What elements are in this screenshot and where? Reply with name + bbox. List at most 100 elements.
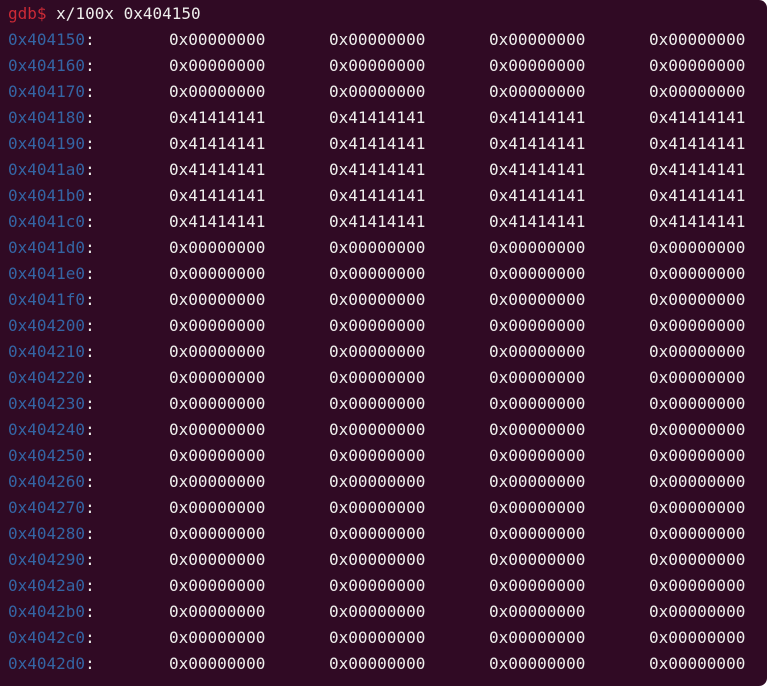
memory-value: 0x00000000 <box>329 420 426 439</box>
address-separator: : <box>85 108 95 127</box>
memory-value: 0x00000000 <box>489 316 586 335</box>
memory-address: 0x404170: <box>8 79 95 105</box>
memory-value: 0x00000000 <box>649 316 746 335</box>
memory-value: 0x00000000 <box>489 498 586 517</box>
memory-address: 0x4041f0: <box>8 287 95 313</box>
address-separator: : <box>85 160 95 179</box>
address-text: 0x4041d0 <box>8 238 86 257</box>
memory-value: 0x00000000 <box>329 628 426 647</box>
memory-value: 0x41414141 <box>489 212 586 231</box>
memory-value: 0x00000000 <box>649 446 746 465</box>
address-separator: : <box>85 654 95 673</box>
memory-value: 0x00000000 <box>649 82 746 101</box>
memory-value: 0x00000000 <box>489 368 586 387</box>
memory-row: 0x404220: 0x00000000 0x00000000 0x00000000 0… <box>8 365 767 391</box>
address-separator: : <box>85 264 95 283</box>
address-text: 0x404250 <box>8 446 86 465</box>
memory-row: 0x4041a0: 0x41414141 0x41414141 0x41414141 0… <box>8 157 767 183</box>
memory-value: 0x00000000 <box>169 342 266 361</box>
memory-value: 0x41414141 <box>329 108 426 127</box>
memory-value: 0x00000000 <box>649 394 746 413</box>
memory-value: 0x00000000 <box>329 550 426 569</box>
memory-row: 0x404200: 0x00000000 0x00000000 0x00000000 0… <box>8 313 767 339</box>
memory-value: 0x00000000 <box>329 654 426 673</box>
memory-value: 0x00000000 <box>649 498 746 517</box>
memory-value: 0x00000000 <box>169 264 266 283</box>
memory-value: 0x41414141 <box>489 108 586 127</box>
address-text: 0x404160 <box>8 56 86 75</box>
terminal-window[interactable]: gdb$ x/100x 0x404150 0x404150: 0x00000000… <box>0 0 767 686</box>
memory-row: 0x4041f0: 0x00000000 0x00000000 0x00000000 0… <box>8 287 767 313</box>
memory-value: 0x00000000 <box>169 498 266 517</box>
memory-row: 0x4041c0: 0x41414141 0x41414141 0x41414141 0… <box>8 209 767 235</box>
memory-value: 0x00000000 <box>169 56 266 75</box>
memory-address: 0x404270: <box>8 495 95 521</box>
memory-value: 0x00000000 <box>169 550 266 569</box>
memory-row: 0x404250: 0x00000000 0x00000000 0x00000000 0… <box>8 443 767 469</box>
memory-row: 0x4041e0: 0x00000000 0x00000000 0x00000000 0… <box>8 261 767 287</box>
memory-value: 0x00000000 <box>489 342 586 361</box>
memory-address: 0x4041a0: <box>8 157 95 183</box>
memory-value: 0x00000000 <box>329 472 426 491</box>
memory-value: 0x00000000 <box>329 56 426 75</box>
memory-address: 0x4042c0: <box>8 625 95 651</box>
memory-value: 0x41414141 <box>649 108 746 127</box>
memory-address: 0x404190: <box>8 131 95 157</box>
address-text: 0x404170 <box>8 82 86 101</box>
memory-value: 0x00000000 <box>489 446 586 465</box>
memory-value: 0x00000000 <box>649 56 746 75</box>
address-text: 0x404190 <box>8 134 86 153</box>
memory-value: 0x00000000 <box>169 316 266 335</box>
address-separator: : <box>85 134 95 153</box>
address-text: 0x404280 <box>8 524 86 543</box>
address-text: 0x404180 <box>8 108 86 127</box>
memory-row: 0x404180: 0x41414141 0x41414141 0x41414141 0… <box>8 105 767 131</box>
memory-address: 0x4041e0: <box>8 261 95 287</box>
memory-value: 0x41414141 <box>649 212 746 231</box>
address-text: 0x4042a0 <box>8 576 86 595</box>
memory-value: 0x00000000 <box>329 290 426 309</box>
memory-value: 0x00000000 <box>489 524 586 543</box>
address-text: 0x404150 <box>8 30 86 49</box>
memory-value: 0x41414141 <box>169 160 266 179</box>
address-separator: : <box>85 576 95 595</box>
address-separator: : <box>85 238 95 257</box>
memory-value: 0x00000000 <box>329 524 426 543</box>
address-separator: : <box>85 394 95 413</box>
memory-value: 0x00000000 <box>329 576 426 595</box>
memory-row: 0x404230: 0x00000000 0x00000000 0x00000000 0… <box>8 391 767 417</box>
memory-row: 0x404190: 0x41414141 0x41414141 0x41414141 0… <box>8 131 767 157</box>
memory-value: 0x41414141 <box>169 108 266 127</box>
memory-address: 0x4042b0: <box>8 599 95 625</box>
address-separator: : <box>85 602 95 621</box>
memory-address: 0x4041b0: <box>8 183 95 209</box>
memory-value: 0x00000000 <box>649 368 746 387</box>
memory-address: 0x4041d0: <box>8 235 95 261</box>
memory-value: 0x00000000 <box>649 654 746 673</box>
memory-address: 0x4042d0: <box>8 651 95 677</box>
memory-address: 0x404260: <box>8 469 95 495</box>
address-text: 0x4042b0 <box>8 602 86 621</box>
memory-value: 0x00000000 <box>649 602 746 621</box>
memory-value: 0x00000000 <box>169 524 266 543</box>
memory-address: 0x4042a0: <box>8 573 95 599</box>
memory-address: 0x404250: <box>8 443 95 469</box>
memory-value: 0x00000000 <box>489 654 586 673</box>
memory-value: 0x00000000 <box>329 498 426 517</box>
memory-value: 0x41414141 <box>329 160 426 179</box>
memory-value: 0x00000000 <box>489 420 586 439</box>
address-separator: : <box>85 290 95 309</box>
memory-address: 0x404200: <box>8 313 95 339</box>
memory-address: 0x404240: <box>8 417 95 443</box>
memory-address: 0x404150: <box>8 27 95 53</box>
address-text: 0x4041f0 <box>8 290 86 309</box>
memory-value: 0x00000000 <box>329 316 426 335</box>
address-text: 0x404200 <box>8 316 86 335</box>
memory-value: 0x00000000 <box>489 576 586 595</box>
address-separator: : <box>85 186 95 205</box>
memory-row: 0x404150: 0x00000000 0x00000000 0x00000000 0… <box>8 27 767 53</box>
memory-row: 0x4042b0: 0x00000000 0x00000000 0x00000000 0… <box>8 599 767 625</box>
memory-value: 0x00000000 <box>329 264 426 283</box>
prompt-line: gdb$ x/100x 0x404150 <box>8 1 201 27</box>
address-separator: : <box>85 472 95 491</box>
